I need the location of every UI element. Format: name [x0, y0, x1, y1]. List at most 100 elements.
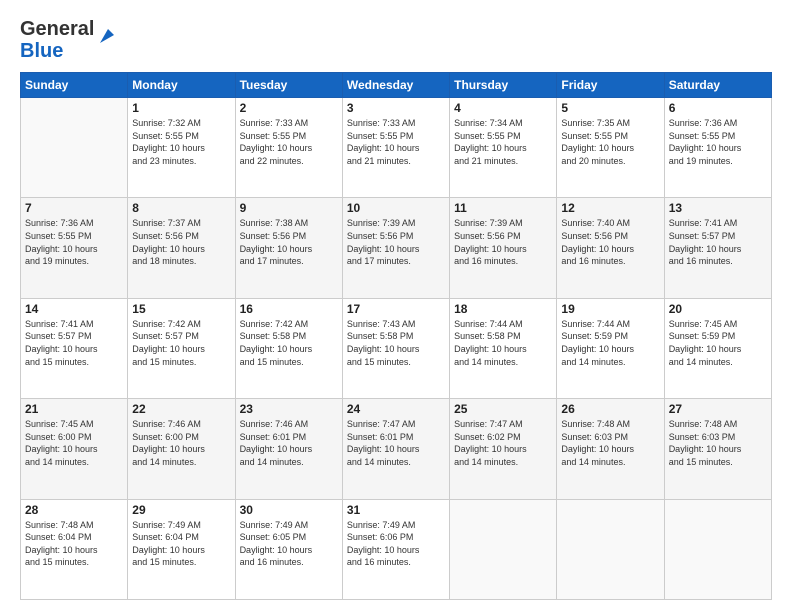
- calendar-cell: 23Sunrise: 7:46 AM Sunset: 6:01 PM Dayli…: [235, 399, 342, 499]
- day-number: 26: [561, 402, 659, 416]
- day-number: 19: [561, 302, 659, 316]
- day-number: 21: [25, 402, 123, 416]
- cell-info: Sunrise: 7:44 AM Sunset: 5:59 PM Dayligh…: [561, 318, 659, 368]
- logo-general: General: [20, 18, 94, 40]
- logo: General Blue: [20, 18, 118, 62]
- day-number: 22: [132, 402, 230, 416]
- day-number: 25: [454, 402, 552, 416]
- weekday-header-row: SundayMondayTuesdayWednesdayThursdayFrid…: [21, 73, 772, 98]
- calendar-cell: 25 Sunrise: 7:47 AM Sunset: 6:02 PM Dayli…: [450, 399, 557, 499]
- calendar-cell: 14Sunrise: 7:41 AM Sunset: 5:57 PM Dayli…: [21, 298, 128, 398]
- cell-info: Sunrise: 7:43 AM Sunset: 5:58 PM Dayligh…: [347, 318, 445, 368]
- cell-info: Sunrise: 7:36 AM Sunset: 5:55 PM Dayligh…: [669, 117, 767, 167]
- calendar-cell: 9Sunrise: 7:38 AM Sunset: 5:56 PM Daylig…: [235, 198, 342, 298]
- cell-info: Sunrise: 7:32 AM Sunset: 5:55 PM Dayligh…: [132, 117, 230, 167]
- cell-info: Sunrise: 7:49 AM Sunset: 6:04 PM Dayligh…: [132, 519, 230, 569]
- cell-info: Sunrise: 7:36 AM Sunset: 5:55 PM Dayligh…: [25, 217, 123, 267]
- header: General Blue: [20, 18, 772, 62]
- weekday-header: Sunday: [21, 73, 128, 98]
- calendar-cell: 16Sunrise: 7:42 AM Sunset: 5:58 PM Dayli…: [235, 298, 342, 398]
- cell-info: Sunrise: 7:45 AM Sunset: 6:00 PM Dayligh…: [25, 418, 123, 468]
- cell-info: Sunrise: 7:48 AM Sunset: 6:04 PM Dayligh…: [25, 519, 123, 569]
- calendar-cell: 20Sunrise: 7:45 AM Sunset: 5:59 PM Dayli…: [664, 298, 771, 398]
- calendar-cell: 29 Sunrise: 7:49 AM Sunset: 6:04 PM Dayli…: [128, 499, 235, 599]
- day-number: 16: [240, 302, 338, 316]
- cell-info: Sunrise: 7:33 AM Sunset: 5:55 PM Dayligh…: [240, 117, 338, 167]
- day-number: 9: [240, 201, 338, 215]
- calendar-cell: 30 Sunrise: 7:49 AM Sunset: 6:05 PM Dayli…: [235, 499, 342, 599]
- cell-info: Sunrise: 7:37 AM Sunset: 5:56 PM Dayligh…: [132, 217, 230, 267]
- day-number: 7: [25, 201, 123, 215]
- day-number: 31: [347, 503, 445, 517]
- calendar-cell: 15 Sunrise: 7:42 AM Sunset: 5:57 PM Dayli…: [128, 298, 235, 398]
- calendar-week-row: 1 Sunrise: 7:32 AM Sunset: 5:55 PM Daylig…: [21, 98, 772, 198]
- cell-info: Sunrise: 7:39 AM Sunset: 5:56 PM Dayligh…: [347, 217, 445, 267]
- cell-info: Sunrise: 7:47 AM Sunset: 6:02 PM Dayligh…: [454, 418, 552, 468]
- weekday-header: Saturday: [664, 73, 771, 98]
- calendar-cell: 17 Sunrise: 7:43 AM Sunset: 5:58 PM Dayli…: [342, 298, 449, 398]
- cell-info: Sunrise: 7:42 AM Sunset: 5:57 PM Dayligh…: [132, 318, 230, 368]
- cell-info: Sunrise: 7:46 AM Sunset: 6:00 PM Dayligh…: [132, 418, 230, 468]
- day-number: 30: [240, 503, 338, 517]
- cell-info: Sunrise: 7:41 AM Sunset: 5:57 PM Dayligh…: [669, 217, 767, 267]
- day-number: 1: [132, 101, 230, 115]
- calendar-cell: 1 Sunrise: 7:32 AM Sunset: 5:55 PM Daylig…: [128, 98, 235, 198]
- calendar-cell: 4 Sunrise: 7:34 AM Sunset: 5:55 PM Daylig…: [450, 98, 557, 198]
- cell-info: Sunrise: 7:48 AM Sunset: 6:03 PM Dayligh…: [669, 418, 767, 468]
- day-number: 2: [240, 101, 338, 115]
- calendar-cell: 2 Sunrise: 7:33 AM Sunset: 5:55 PM Daylig…: [235, 98, 342, 198]
- calendar-cell: [664, 499, 771, 599]
- cell-info: Sunrise: 7:47 AM Sunset: 6:01 PM Dayligh…: [347, 418, 445, 468]
- logo-arrow-icon: [96, 25, 118, 47]
- day-number: 11: [454, 201, 552, 215]
- cell-info: Sunrise: 7:46 AM Sunset: 6:01 PM Dayligh…: [240, 418, 338, 468]
- calendar-cell: 3Sunrise: 7:33 AM Sunset: 5:55 PM Daylig…: [342, 98, 449, 198]
- calendar-cell: 22 Sunrise: 7:46 AM Sunset: 6:00 PM Dayli…: [128, 399, 235, 499]
- calendar-week-row: 14Sunrise: 7:41 AM Sunset: 5:57 PM Dayli…: [21, 298, 772, 398]
- calendar-week-row: 7 Sunrise: 7:36 AM Sunset: 5:55 PM Daylig…: [21, 198, 772, 298]
- day-number: 10: [347, 201, 445, 215]
- day-number: 6: [669, 101, 767, 115]
- day-number: 20: [669, 302, 767, 316]
- day-number: 24: [347, 402, 445, 416]
- calendar-cell: 10 Sunrise: 7:39 AM Sunset: 5:56 PM Dayli…: [342, 198, 449, 298]
- cell-info: Sunrise: 7:49 AM Sunset: 6:05 PM Dayligh…: [240, 519, 338, 569]
- calendar-cell: 28Sunrise: 7:48 AM Sunset: 6:04 PM Dayli…: [21, 499, 128, 599]
- cell-info: Sunrise: 7:34 AM Sunset: 5:55 PM Dayligh…: [454, 117, 552, 167]
- calendar-cell: 5Sunrise: 7:35 AM Sunset: 5:55 PM Daylig…: [557, 98, 664, 198]
- cell-info: Sunrise: 7:48 AM Sunset: 6:03 PM Dayligh…: [561, 418, 659, 468]
- weekday-header: Thursday: [450, 73, 557, 98]
- calendar-cell: 24 Sunrise: 7:47 AM Sunset: 6:01 PM Dayli…: [342, 399, 449, 499]
- calendar-cell: 13 Sunrise: 7:41 AM Sunset: 5:57 PM Dayli…: [664, 198, 771, 298]
- weekday-header: Friday: [557, 73, 664, 98]
- calendar-cell: 18 Sunrise: 7:44 AM Sunset: 5:58 PM Dayli…: [450, 298, 557, 398]
- calendar-cell: 8 Sunrise: 7:37 AM Sunset: 5:56 PM Daylig…: [128, 198, 235, 298]
- calendar-cell: [557, 499, 664, 599]
- calendar-cell: 26 Sunrise: 7:48 AM Sunset: 6:03 PM Dayli…: [557, 399, 664, 499]
- day-number: 3: [347, 101, 445, 115]
- day-number: 12: [561, 201, 659, 215]
- calendar-week-row: 21 Sunrise: 7:45 AM Sunset: 6:00 PM Dayli…: [21, 399, 772, 499]
- calendar-cell: [21, 98, 128, 198]
- weekday-header: Monday: [128, 73, 235, 98]
- calendar-cell: 21 Sunrise: 7:45 AM Sunset: 6:00 PM Dayli…: [21, 399, 128, 499]
- day-number: 18: [454, 302, 552, 316]
- day-number: 13: [669, 201, 767, 215]
- logo-blue: Blue: [20, 40, 94, 62]
- calendar-cell: 19 Sunrise: 7:44 AM Sunset: 5:59 PM Dayli…: [557, 298, 664, 398]
- cell-info: Sunrise: 7:40 AM Sunset: 5:56 PM Dayligh…: [561, 217, 659, 267]
- cell-info: Sunrise: 7:44 AM Sunset: 5:58 PM Dayligh…: [454, 318, 552, 368]
- day-number: 17: [347, 302, 445, 316]
- calendar-cell: 12 Sunrise: 7:40 AM Sunset: 5:56 PM Dayli…: [557, 198, 664, 298]
- cell-info: Sunrise: 7:49 AM Sunset: 6:06 PM Dayligh…: [347, 519, 445, 569]
- day-number: 29: [132, 503, 230, 517]
- day-number: 8: [132, 201, 230, 215]
- cell-info: Sunrise: 7:35 AM Sunset: 5:55 PM Dayligh…: [561, 117, 659, 167]
- calendar-week-row: 28Sunrise: 7:48 AM Sunset: 6:04 PM Dayli…: [21, 499, 772, 599]
- cell-info: Sunrise: 7:39 AM Sunset: 5:56 PM Dayligh…: [454, 217, 552, 267]
- calendar-table: SundayMondayTuesdayWednesdayThursdayFrid…: [20, 72, 772, 600]
- day-number: 15: [132, 302, 230, 316]
- weekday-header: Tuesday: [235, 73, 342, 98]
- day-number: 4: [454, 101, 552, 115]
- calendar-cell: 31 Sunrise: 7:49 AM Sunset: 6:06 PM Dayli…: [342, 499, 449, 599]
